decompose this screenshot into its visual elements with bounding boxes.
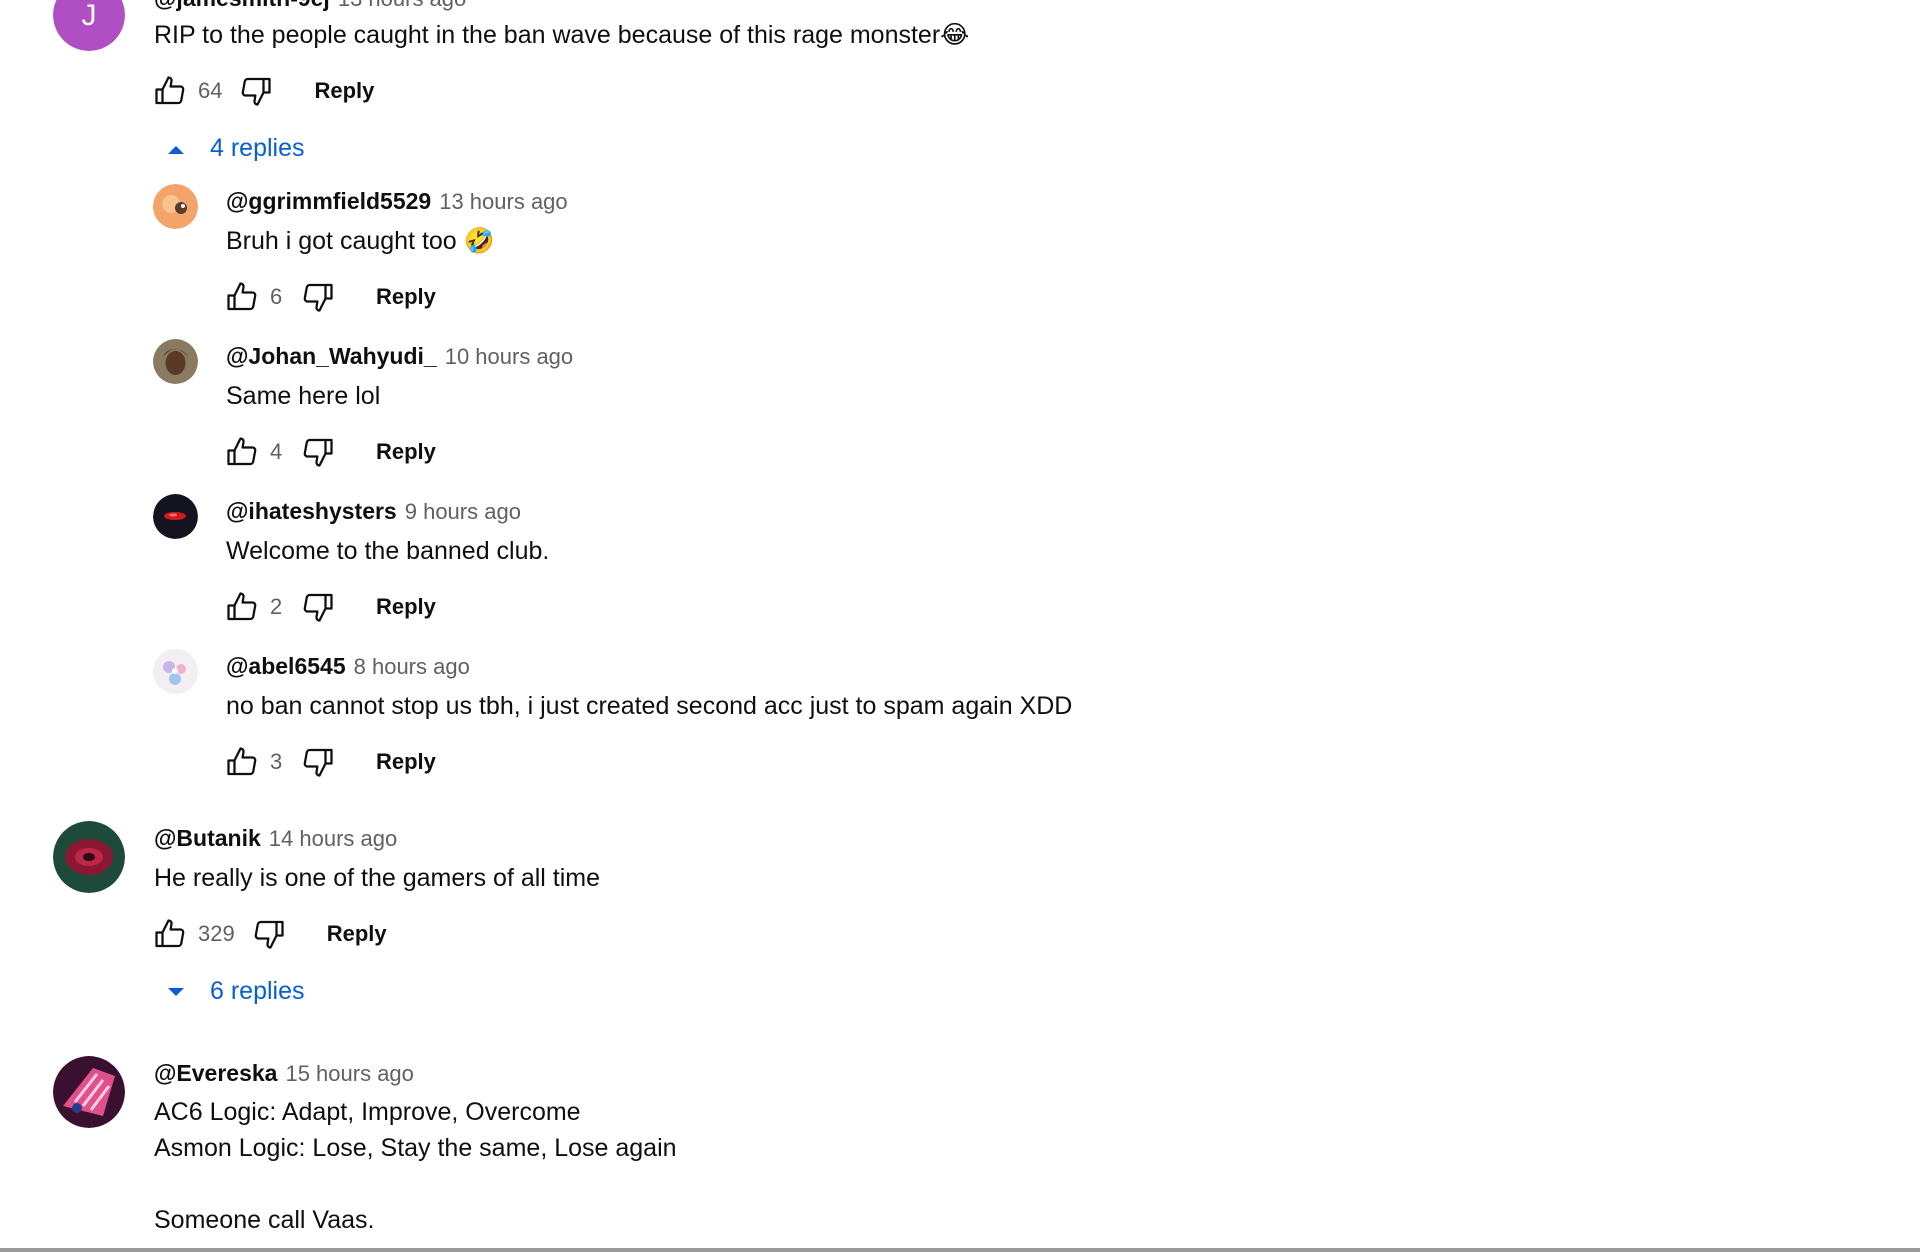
comment-header: @ihateshysters 9 hours ago <box>226 497 521 526</box>
svg-text:J: J <box>82 0 97 32</box>
timestamp[interactable]: 8 hours ago <box>354 654 470 679</box>
dislike-button[interactable] <box>236 71 276 111</box>
comment-actions: 329 Reply <box>150 914 387 954</box>
comment-text: Welcome to the banned club. <box>226 537 550 565</box>
reply-button[interactable]: Reply <box>376 284 436 310</box>
avatar-image-icon <box>153 649 198 694</box>
comment-header: @jamesmith-9ej 13 hours ago <box>154 0 466 13</box>
divider <box>0 1248 1920 1252</box>
reply-button[interactable]: Reply <box>327 921 387 947</box>
dislike-button[interactable] <box>298 742 338 782</box>
like-button[interactable] <box>222 432 262 472</box>
timestamp[interactable]: 13 hours ago <box>338 0 466 11</box>
like-button[interactable] <box>150 71 190 111</box>
like-button[interactable] <box>222 742 262 782</box>
like-count: 4 <box>270 439 283 464</box>
author-name[interactable]: @jamesmith-9ej <box>154 0 330 11</box>
like-count: 3 <box>270 749 283 774</box>
avatar-image-icon <box>153 184 198 229</box>
replies-count-label: 4 replies <box>210 134 305 162</box>
author-name[interactable]: @Evereska <box>154 1060 277 1086</box>
avatar-letter-icon: J <box>53 0 125 51</box>
thumbs-up-icon <box>155 76 185 105</box>
dislike-button[interactable] <box>249 914 289 954</box>
reply-button[interactable]: Reply <box>376 439 436 465</box>
avatar[interactable] <box>153 184 198 229</box>
caret-down-icon <box>168 987 184 996</box>
like-button[interactable] <box>150 914 190 954</box>
avatar-image-icon <box>153 339 198 384</box>
timestamp[interactable]: 9 hours ago <box>405 499 521 524</box>
author-name[interactable]: @abel6545 <box>226 653 346 679</box>
comment-header: @Johan_Wahyudi_ 10 hours ago <box>226 342 573 371</box>
comment-text: Same here lol <box>226 382 381 410</box>
comment-actions: 2 Reply <box>222 587 436 627</box>
avatar[interactable] <box>53 821 125 893</box>
like-count: 6 <box>270 284 283 309</box>
replies-count-label: 6 replies <box>210 977 305 1005</box>
avatar[interactable] <box>153 494 198 539</box>
like-button[interactable] <box>222 277 262 317</box>
show-replies-button[interactable]: 6 replies <box>166 977 305 1006</box>
hide-replies-button[interactable]: 4 replies <box>166 134 305 163</box>
caret-up-icon <box>168 145 184 154</box>
like-count: 2 <box>270 594 283 619</box>
comment-text: RIP to the people caught in the ban wave… <box>154 21 970 49</box>
thumbs-down-icon <box>242 77 272 106</box>
thumbs-up-icon <box>227 592 257 621</box>
reply-button[interactable]: Reply <box>376 749 436 775</box>
comment-actions: 4 Reply <box>222 432 436 472</box>
avatar[interactable] <box>153 339 198 384</box>
avatar[interactable]: J <box>53 0 125 51</box>
thumbs-up-icon <box>227 747 257 776</box>
author-name[interactable]: @Butanik <box>154 825 261 851</box>
timestamp[interactable]: 14 hours ago <box>269 826 397 851</box>
thumbs-up-icon <box>155 919 185 948</box>
thumbs-up-icon <box>227 282 257 311</box>
dislike-button[interactable] <box>298 587 338 627</box>
author-name[interactable]: @Johan_Wahyudi_ <box>226 343 437 369</box>
comment-actions: 3 Reply <box>222 742 436 782</box>
avatar[interactable] <box>153 649 198 694</box>
thumbs-down-icon <box>303 748 333 777</box>
comment-header: @ggrimmfield5529 13 hours ago <box>226 187 568 216</box>
thumbs-up-icon <box>227 437 257 466</box>
author-name[interactable]: @ggrimmfield5529 <box>226 188 431 214</box>
reply-button[interactable]: Reply <box>314 78 374 104</box>
comment-header: @Butanik 14 hours ago <box>154 824 397 853</box>
thumbs-down-icon <box>303 283 333 312</box>
timestamp[interactable]: 10 hours ago <box>445 344 573 369</box>
timestamp[interactable]: 13 hours ago <box>439 189 567 214</box>
dislike-button[interactable] <box>298 432 338 472</box>
comment-header: @Evereska 15 hours ago <box>154 1059 414 1088</box>
like-count: 329 <box>198 921 235 946</box>
comment-header: @abel6545 8 hours ago <box>226 652 470 681</box>
avatar-image-icon <box>53 1056 125 1128</box>
thumbs-down-icon <box>254 920 284 949</box>
comment-text: AC6 Logic: Adapt, Improve, Overcome Asmo… <box>154 1098 677 1234</box>
comment-text: no ban cannot stop us tbh, i just create… <box>226 692 1073 720</box>
comment-actions: 6 Reply <box>222 277 436 317</box>
thumbs-down-icon <box>303 438 333 467</box>
like-count: 64 <box>198 78 223 103</box>
avatar[interactable] <box>53 1056 125 1128</box>
reply-button[interactable]: Reply <box>376 594 436 620</box>
avatar-image-icon <box>153 494 198 539</box>
avatar-image-icon <box>53 821 125 893</box>
like-button[interactable] <box>222 587 262 627</box>
author-name[interactable]: @ihateshysters <box>226 498 397 524</box>
dislike-button[interactable] <box>298 277 338 317</box>
comment-actions: 64 Reply <box>150 71 374 111</box>
timestamp[interactable]: 15 hours ago <box>285 1061 413 1086</box>
comment-text: Bruh i got caught too 🤣 <box>226 227 495 255</box>
comment-text: He really is one of the gamers of all ti… <box>154 864 601 892</box>
thumbs-down-icon <box>303 593 333 622</box>
